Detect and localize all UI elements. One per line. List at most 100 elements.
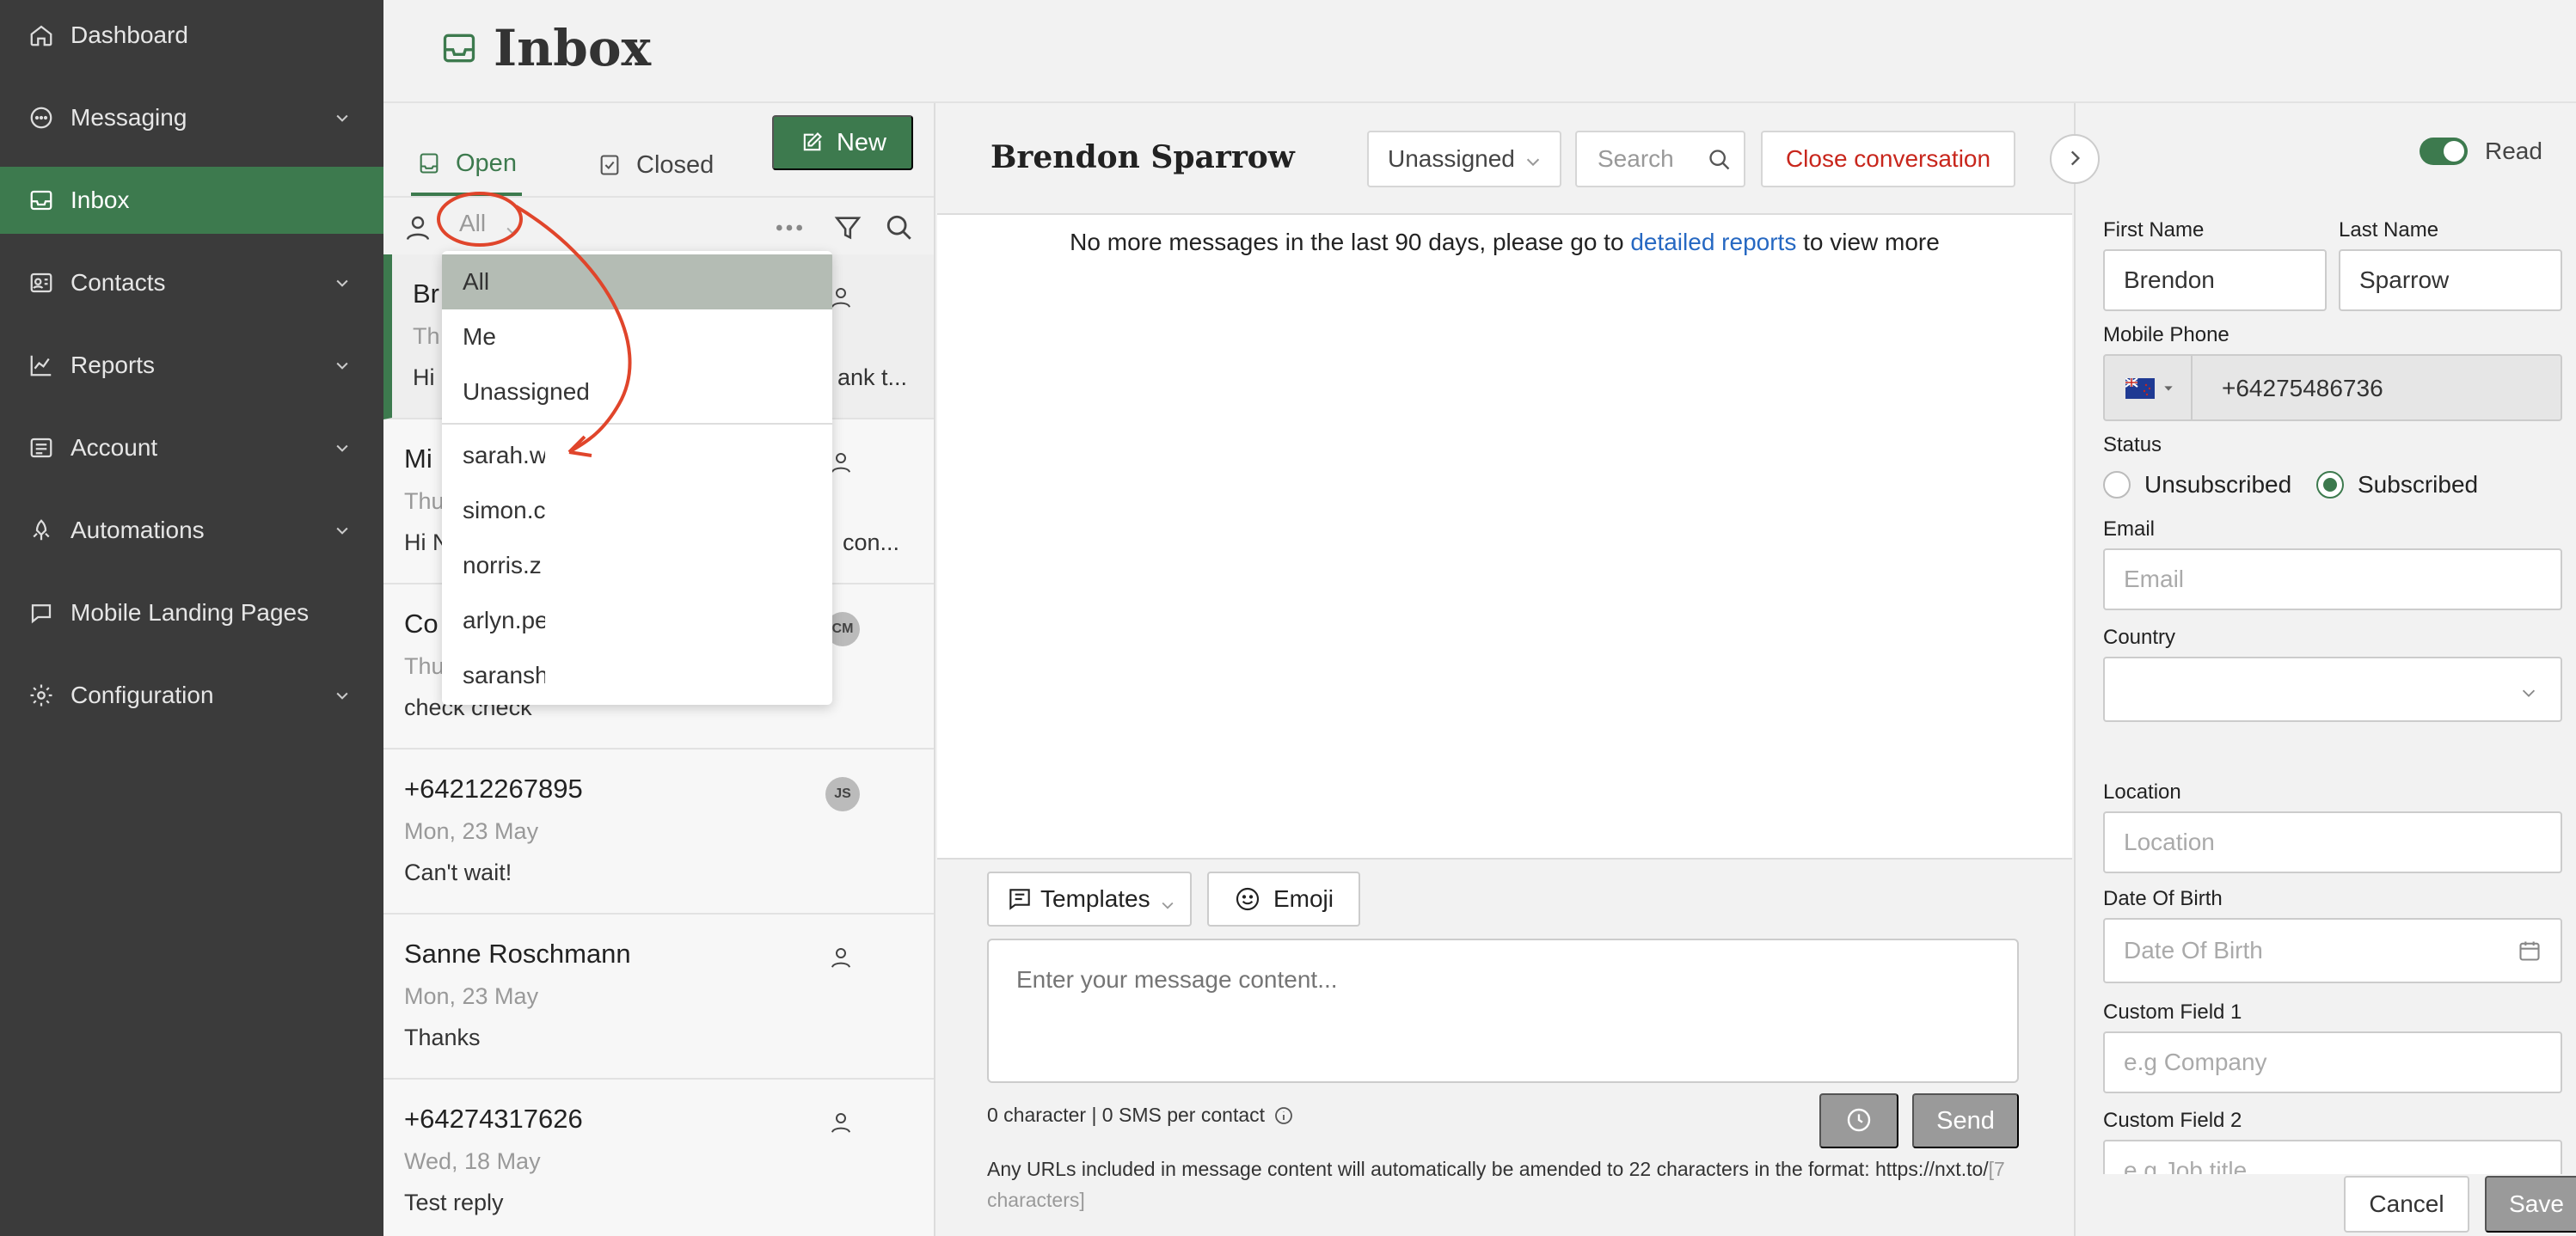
custom-field-1[interactable]: e.g Company: [2103, 1031, 2562, 1093]
chevron-right-icon: [2064, 147, 2086, 172]
sidebar-item-messaging[interactable]: Messaging: [0, 84, 383, 151]
dropdown-option-user[interactable]: sarah.w: [442, 428, 832, 483]
assignee-value: Unassigned: [1388, 145, 1515, 172]
chevron-down-icon: [332, 520, 353, 541]
cancel-button[interactable]: Cancel: [2344, 1176, 2469, 1233]
sidebar-item-account[interactable]: Account: [0, 414, 383, 481]
sidebar-item-configuration[interactable]: Configuration: [0, 662, 383, 729]
search-icon[interactable]: [882, 211, 917, 245]
character-count: 0 character | 0 SMS per contact: [987, 1104, 1294, 1127]
chevron-down-icon: [332, 437, 353, 458]
conversation-preview: Thanks: [404, 1025, 481, 1050]
mobile-phone-value[interactable]: +64275486736: [2222, 375, 2383, 402]
filter-icon[interactable]: [831, 211, 865, 245]
user-icon: [825, 942, 856, 973]
location-field[interactable]: Location: [2103, 811, 2562, 873]
contact-details-pane: Read First Name Brendon Last Name Sparro…: [2074, 103, 2576, 1236]
contact-name-title: Brendon Sparrow: [991, 139, 1295, 175]
sidebar-item-label: Messaging: [71, 104, 187, 131]
sidebar-item-dashboard[interactable]: Dashboard: [0, 2, 383, 69]
nz-flag-icon[interactable]: [2125, 378, 2155, 399]
new-button-label: New: [836, 128, 886, 156]
inbox-icon: [28, 187, 55, 214]
country-label: Country: [2103, 626, 2176, 649]
user-icon: [401, 211, 435, 245]
email-field[interactable]: Email: [2103, 548, 2562, 610]
status-label: Status: [2103, 433, 2162, 456]
country-select[interactable]: [2103, 657, 2562, 722]
assignee-avatar: JS: [825, 777, 860, 811]
send-button[interactable]: Send: [1912, 1093, 2019, 1148]
conversation-item[interactable]: +64212267895 Mon, 23 May Can't wait! JS: [383, 750, 934, 915]
chevron-down-icon: [1524, 150, 1543, 168]
sidebar-item-automations[interactable]: Automations: [0, 497, 383, 564]
schedule-button[interactable]: [1819, 1093, 1898, 1148]
emoji-button[interactable]: Emoji: [1207, 872, 1360, 927]
chevron-down-icon: [495, 213, 530, 248]
url-shortening-note: Any URLs included in message content wil…: [987, 1153, 2027, 1215]
sidebar-item-contacts[interactable]: Contacts: [0, 249, 383, 316]
location-label: Location: [2103, 780, 2181, 804]
tab-closed[interactable]: Closed: [597, 134, 714, 196]
conversation-name: Br: [413, 278, 439, 309]
sidebar-item-reports[interactable]: Reports: [0, 332, 383, 399]
unsubscribed-radio[interactable]: [2103, 471, 2131, 499]
templates-label: Templates: [1040, 885, 1150, 912]
email-label: Email: [2103, 517, 2156, 541]
conversation-name: Co: [404, 609, 439, 639]
sidebar-item-label: Mobile Landing Pages: [71, 599, 310, 626]
home-icon: [28, 21, 55, 49]
read-toggle[interactable]: [2420, 138, 2468, 165]
sidebar-item-label: Contacts: [71, 269, 166, 296]
save-button[interactable]: Save: [2485, 1176, 2576, 1233]
templates-button[interactable]: Templates: [987, 872, 1192, 927]
dropdown-option-user[interactable]: simon.c: [442, 483, 832, 538]
collapse-panel-button[interactable]: [2050, 134, 2100, 184]
conversation-preview: Can't wait!: [404, 860, 512, 885]
contact-form-footer: Cancel Save: [2076, 1174, 2576, 1236]
subscribed-radio[interactable]: [2316, 471, 2344, 499]
toggle-knob: [2444, 141, 2464, 162]
sidebar-item-inbox[interactable]: Inbox: [0, 167, 383, 234]
notice-text: No more messages in the last 90 days, pl…: [1070, 229, 1631, 255]
info-icon[interactable]: [1273, 1105, 1294, 1126]
compose-icon: [799, 130, 825, 156]
conversation-date: Thu: [404, 653, 445, 679]
dropdown-option-all[interactable]: All: [442, 254, 832, 309]
conversation-name: Mi: [404, 444, 432, 474]
mobile-phone-field: +64275486736: [2103, 354, 2562, 421]
subscribed-label: Subscribed: [2358, 471, 2479, 498]
mobile-page-icon: [28, 599, 55, 627]
assignee-filter-select[interactable]: All: [459, 210, 486, 237]
close-conversation-button[interactable]: Close conversation: [1761, 131, 2015, 187]
message-input[interactable]: [987, 939, 2019, 1083]
checkbox-icon: [597, 152, 623, 178]
dropdown-option-unassigned[interactable]: Unassigned: [442, 364, 832, 419]
dropdown-option-user[interactable]: arlyn.pe: [442, 593, 832, 648]
assignee-select[interactable]: Unassigned: [1367, 131, 1561, 187]
dropdown-option-user[interactable]: saransh: [442, 648, 832, 703]
new-conversation-button[interactable]: New: [772, 115, 913, 170]
search-placeholder: Search: [1598, 145, 1674, 172]
calendar-icon: [2518, 939, 2542, 963]
conversation-item[interactable]: Sanne Roschmann Mon, 23 May Thanks: [383, 915, 934, 1080]
page-header: [383, 0, 2576, 103]
conversation-date: Th: [413, 323, 440, 349]
last-name-field[interactable]: Sparrow: [2339, 249, 2562, 311]
chat-icon: [28, 104, 55, 132]
dob-field[interactable]: Date Of Birth: [2103, 918, 2562, 983]
first-name-field[interactable]: Brendon: [2103, 249, 2327, 311]
user-icon: [825, 1107, 856, 1138]
conversation-item[interactable]: +64274317626 Wed, 18 May Test reply: [383, 1080, 934, 1236]
dob-label: Date Of Birth: [2103, 887, 2223, 910]
tab-open[interactable]: Open: [411, 134, 522, 196]
conversation-date: Mon, 23 May: [404, 983, 539, 1009]
dropdown-divider: [442, 423, 832, 425]
sidebar-item-mobile-landing-pages[interactable]: Mobile Landing Pages: [0, 579, 383, 646]
dropdown-option-user[interactable]: norris.z: [442, 538, 832, 593]
dropdown-option-me[interactable]: Me: [442, 309, 832, 364]
detailed-reports-link[interactable]: detailed reports: [1630, 229, 1796, 255]
message-search-input[interactable]: Search: [1575, 131, 1745, 187]
chevron-down-icon: [332, 685, 353, 706]
more-icon[interactable]: [772, 211, 807, 245]
